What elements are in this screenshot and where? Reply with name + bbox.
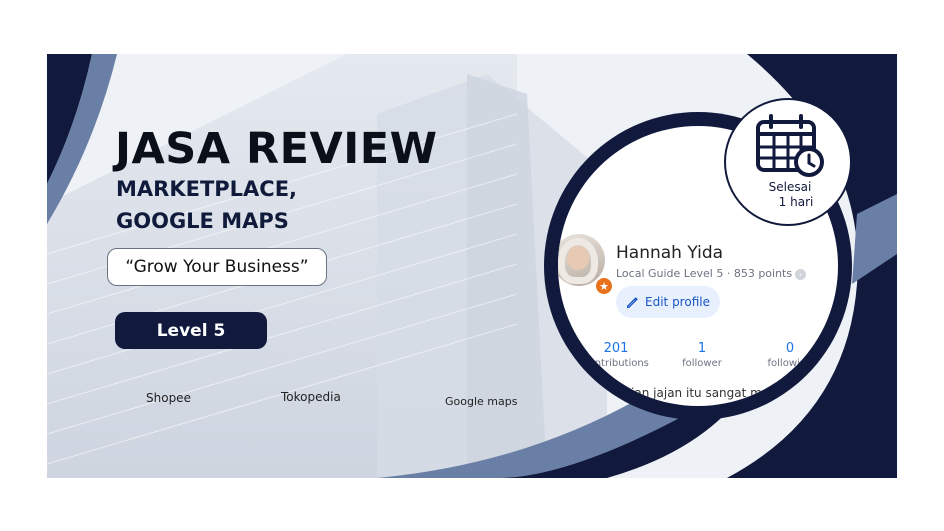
level-button[interactable]: Level 5 xyxy=(115,312,267,349)
stat-following[interactable]: 0 following xyxy=(750,341,830,369)
slogan-box: “Grow Your Business” xyxy=(107,248,327,286)
local-guide-text: Local Guide Level 5 · 853 points xyxy=(616,267,793,280)
profile-name: Hannah Yida xyxy=(616,243,724,263)
marketplace-shopee: Shopee xyxy=(146,391,191,405)
stat-value: 201 xyxy=(603,341,629,356)
calendar-clock-icon xyxy=(756,114,824,177)
headline-line1: MARKETPLACE, xyxy=(116,177,298,201)
stat-label: follower xyxy=(682,358,722,369)
review-snippet: dan jajan jajan itu sangat menyen xyxy=(594,386,799,400)
completion-circle: Selesai 1 hari xyxy=(724,98,852,226)
stat-value: 1 xyxy=(697,341,707,356)
marketplace-tokopedia: Tokopedia xyxy=(281,390,341,404)
local-guide-line: Local Guide Level 5 · 853 points › xyxy=(616,267,807,280)
stat-follower[interactable]: 1 follower xyxy=(662,341,742,369)
stat-contributions[interactable]: 201 contributions xyxy=(576,341,656,369)
headline-line2: GOOGLE MAPS xyxy=(116,209,289,233)
stat-value: 0 xyxy=(785,341,795,356)
headline-title: JASA REVIEW xyxy=(115,124,438,174)
completion-text: Selesai 1 hari xyxy=(726,180,854,210)
completion-line1: Selesai xyxy=(768,180,812,194)
stat-label: contributions xyxy=(583,358,649,369)
completion-line2: 1 hari xyxy=(778,195,814,209)
marketplace-google-maps: Google maps xyxy=(445,395,518,408)
pencil-icon xyxy=(626,296,638,308)
promo-banner: JASA REVIEW MARKETPLACE, GOOGLE MAPS “Gr… xyxy=(47,54,897,478)
chevron-right-icon[interactable]: › xyxy=(795,268,807,280)
edit-profile-button[interactable]: Edit profile xyxy=(616,286,720,318)
stat-label: following xyxy=(767,358,813,369)
avatar-hijab xyxy=(558,238,598,284)
edit-profile-label: Edit profile xyxy=(645,295,710,309)
star-badge-icon: ★ xyxy=(594,276,614,296)
